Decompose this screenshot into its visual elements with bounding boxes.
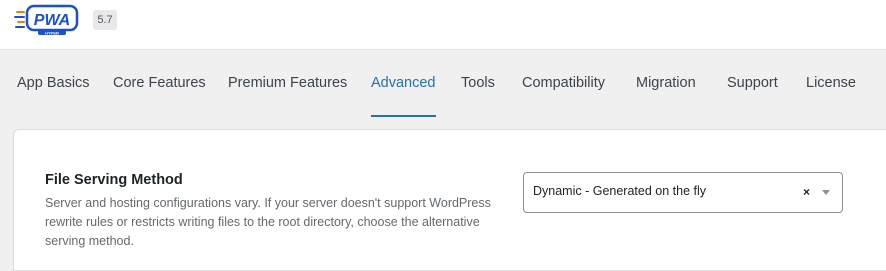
tab-premium-features[interactable]: Premium Features — [228, 50, 347, 117]
clear-selection-icon[interactable]: × — [803, 185, 810, 199]
tab-migration[interactable]: Migration — [636, 50, 696, 117]
tab-compatibility[interactable]: Compatibility — [522, 50, 605, 117]
logo-subtext: HYPER — [45, 31, 59, 36]
settings-tabs: App Basics Core Features Premium Feature… — [0, 50, 886, 117]
select-value: Dynamic - Generated on the fly — [533, 184, 706, 198]
tab-tools[interactable]: Tools — [461, 50, 495, 117]
settings-card: File Serving Method Server and hosting c… — [13, 129, 886, 271]
pwa-logo-icon: PWA HYPER — [14, 4, 79, 36]
tab-support[interactable]: Support — [727, 50, 778, 117]
logo-text: PWA — [34, 12, 70, 29]
pwa-hyper-logo[interactable]: PWA HYPER — [14, 4, 80, 36]
file-serving-title: File Serving Method — [45, 172, 183, 188]
version-badge: 5.7 — [93, 10, 117, 30]
tab-license[interactable]: License — [806, 50, 856, 117]
file-serving-select[interactable]: Dynamic - Generated on the fly × — [523, 172, 843, 213]
chevron-down-icon[interactable] — [822, 190, 830, 195]
tab-core-features[interactable]: Core Features — [113, 50, 206, 117]
file-serving-description: Server and hosting configurations vary. … — [45, 196, 491, 248]
tab-app-basics[interactable]: App Basics — [17, 50, 90, 117]
top-bar: PWA HYPER 5.7 — [0, 0, 886, 50]
tab-advanced[interactable]: Advanced — [371, 50, 436, 117]
